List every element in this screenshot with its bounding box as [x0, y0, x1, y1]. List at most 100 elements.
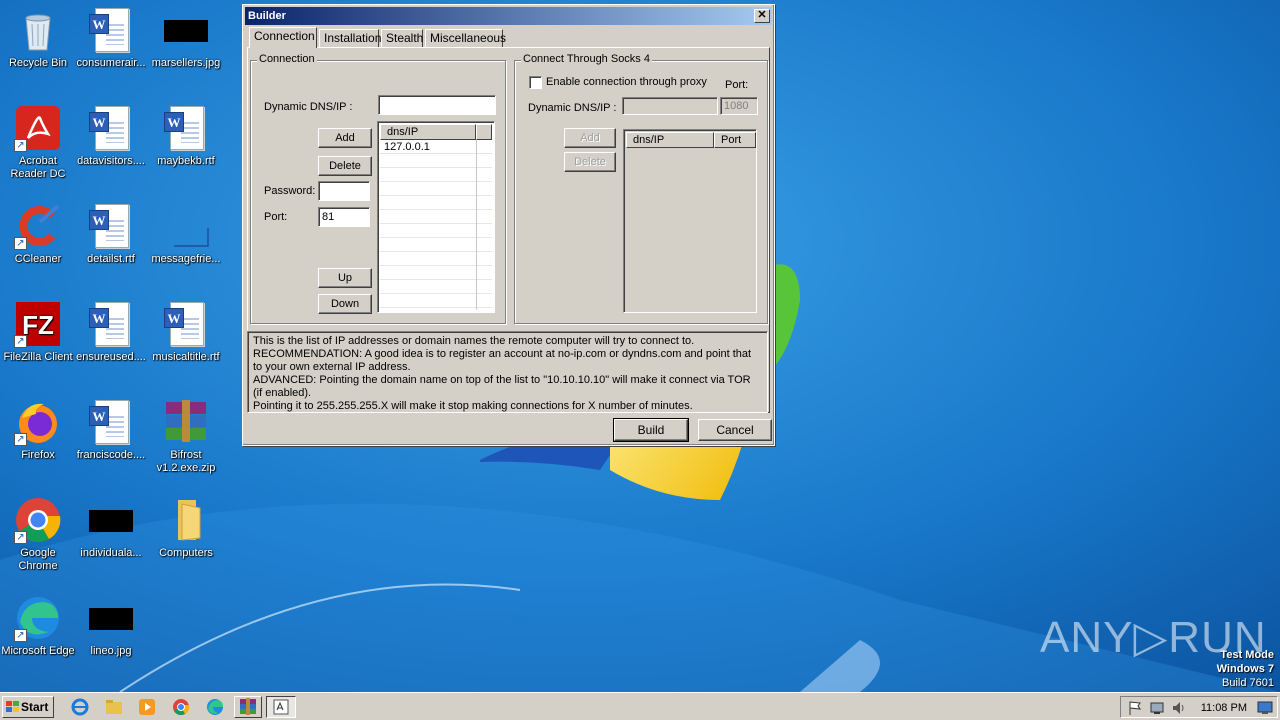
tab-installation[interactable]: Installation [319, 29, 381, 47]
desktop-icon-document[interactable]: W maybekb.rtf [148, 104, 224, 168]
desktop-icon-image[interactable]: lineo.jpg [73, 594, 149, 658]
test-mode-watermark: Test Mode Windows 7 Build 7601 [1217, 648, 1274, 690]
builder-app-icon [273, 699, 289, 715]
os-label: Windows 7 [1216, 663, 1274, 675]
media-player-icon[interactable] [137, 697, 157, 717]
shortcut-arrow-icon: ↗ [14, 531, 27, 544]
password-input[interactable] [318, 181, 370, 201]
winrar-icon [240, 698, 256, 715]
build-label: Build 7601 [1222, 677, 1274, 689]
group-title: Connection [257, 53, 317, 65]
shortcut-arrow-icon: ↗ [14, 433, 27, 446]
desktop-icon-ccleaner[interactable]: ↗ CCleaner [0, 202, 76, 266]
build-button[interactable]: Build [613, 418, 689, 442]
desktop-icon-label: Bifrost v1.2.exe.zip [156, 449, 216, 474]
ccleaner-icon: ↗ [14, 202, 62, 250]
tab-connection[interactable]: Connection [249, 27, 317, 48]
port-label: Port: [264, 211, 288, 223]
socks-add-button[interactable]: Add [564, 128, 616, 148]
word-document-icon: W [87, 104, 135, 152]
shortcut-arrow-icon: ↗ [14, 335, 27, 348]
desktop-icon-label: ensureused.... [76, 351, 146, 363]
desktop-icon-chrome[interactable]: ↗ Google Chrome [0, 496, 76, 573]
internet-explorer-icon[interactable] [70, 697, 90, 717]
dns-list[interactable]: dns/IP 127.0.0.1 [377, 121, 495, 313]
desktop-icon-document[interactable]: W musicaltitle.rtf [148, 300, 224, 364]
socks-port-label: Port: [725, 79, 749, 91]
dialog-titlebar[interactable]: Builder ✕ [245, 7, 772, 25]
info-line: This is the list of IP addresses or doma… [253, 335, 695, 347]
word-document-icon: W [162, 104, 210, 152]
test-mode-label: Test Mode [1220, 649, 1274, 661]
list-header-port[interactable]: Port [714, 132, 756, 148]
desktop-icon-folder[interactable]: Computers [148, 496, 224, 560]
desktop-icon-recycle-bin[interactable]: Recycle Bin [0, 6, 76, 70]
socks-delete-button[interactable]: Delete [564, 152, 616, 172]
image-thumbnail-icon [162, 6, 210, 54]
desktop-icon-firefox[interactable]: ↗ Firefox [0, 398, 76, 462]
clock[interactable]: 11:08 PM [1201, 697, 1247, 719]
desktop-icon-edge[interactable]: ↗ Microsoft Edge [0, 594, 76, 658]
close-button[interactable]: ✕ [754, 9, 770, 23]
network-icon[interactable] [1149, 700, 1165, 716]
edge-taskbar-icon[interactable] [205, 697, 225, 717]
filezilla-icon: FZ ↗ [14, 300, 62, 348]
edge-icon: ↗ [14, 594, 62, 642]
connection-group: Connection Dynamic DNS/IP : Add Delete P… [250, 53, 506, 324]
desktop-icon-document[interactable]: W franciscode.... [73, 398, 149, 462]
up-button[interactable]: Up [318, 268, 372, 288]
list-header-dns[interactable]: dns/IP [626, 132, 714, 148]
column-divider [476, 140, 477, 310]
cancel-button[interactable]: Cancel [698, 419, 772, 441]
desktop-icon-archive[interactable]: Bifrost v1.2.exe.zip [148, 398, 224, 475]
taskbar-builder[interactable] [266, 696, 296, 718]
file-explorer-icon[interactable] [104, 697, 124, 717]
info-line: RECOMMENDATION: A good idea is to regist… [253, 348, 752, 373]
tab-stealth[interactable]: Stealth [381, 29, 423, 47]
down-button[interactable]: Down [318, 294, 372, 314]
system-tray: 11:08 PM [1120, 696, 1278, 718]
taskbar-winrar[interactable] [234, 696, 262, 718]
port-input[interactable] [318, 207, 370, 227]
desktop-icon-document[interactable]: W detailst.rtf [73, 202, 149, 266]
desktop-icon-label: lineo.jpg [90, 645, 132, 657]
add-button[interactable]: Add [318, 128, 372, 148]
firefox-icon: ↗ [14, 398, 62, 446]
desktop-icon-document[interactable]: W ensureused.... [73, 300, 149, 364]
desktop-icon-file[interactable]: messagefrie... [148, 202, 224, 266]
dns-input[interactable] [378, 95, 496, 115]
socks-list[interactable]: dns/IP Port [623, 129, 757, 313]
list-header-extra[interactable] [476, 124, 492, 140]
start-label: Start [21, 700, 49, 714]
list-header-dns[interactable]: dns/IP [380, 124, 476, 140]
file-thumbnail-icon [87, 496, 135, 544]
socks-dns-label: Dynamic DNS/IP : [528, 102, 617, 114]
shortcut-arrow-icon: ↗ [14, 237, 27, 250]
desktop-icon-label: franciscode.... [76, 449, 146, 461]
windows-logo-icon [6, 701, 19, 712]
desktop-icon-acrobat[interactable]: ↗ Acrobat Reader DC [0, 104, 76, 181]
delete-button[interactable]: Delete [318, 156, 372, 176]
chrome-taskbar-icon[interactable] [171, 697, 191, 717]
desktop-icon-label: datavisitors.... [77, 155, 145, 167]
desktop-icon-label: Firefox [21, 449, 55, 461]
flag-icon[interactable] [1127, 700, 1143, 716]
desktop-icon-document[interactable]: W consumerair... [73, 6, 149, 70]
tab-miscellaneous[interactable]: Miscellaneous [425, 29, 506, 47]
desktop-icon-document[interactable]: W datavisitors.... [73, 104, 149, 168]
file-thumbnail-icon [162, 202, 210, 250]
desktop-icon-image[interactable]: marsellers.jpg [148, 6, 224, 70]
enable-proxy-checkbox[interactable] [529, 76, 542, 89]
winrar-archive-icon [162, 398, 210, 446]
socks-port-input[interactable] [720, 97, 758, 115]
show-desktop-icon[interactable] [1257, 701, 1273, 715]
socks-dns-input[interactable] [622, 97, 718, 115]
desktop-icon-label: Google Chrome [18, 547, 58, 572]
desktop-icon-label: detailst.rtf [87, 253, 135, 265]
desktop-icon-filezilla[interactable]: FZ ↗ FileZilla Client [0, 300, 76, 364]
start-button[interactable]: Start [2, 696, 54, 718]
word-document-icon: W [87, 300, 135, 348]
desktop-icon-file[interactable]: individuala... [73, 496, 149, 560]
word-document-icon: W [87, 6, 135, 54]
volume-icon[interactable] [1171, 700, 1187, 716]
